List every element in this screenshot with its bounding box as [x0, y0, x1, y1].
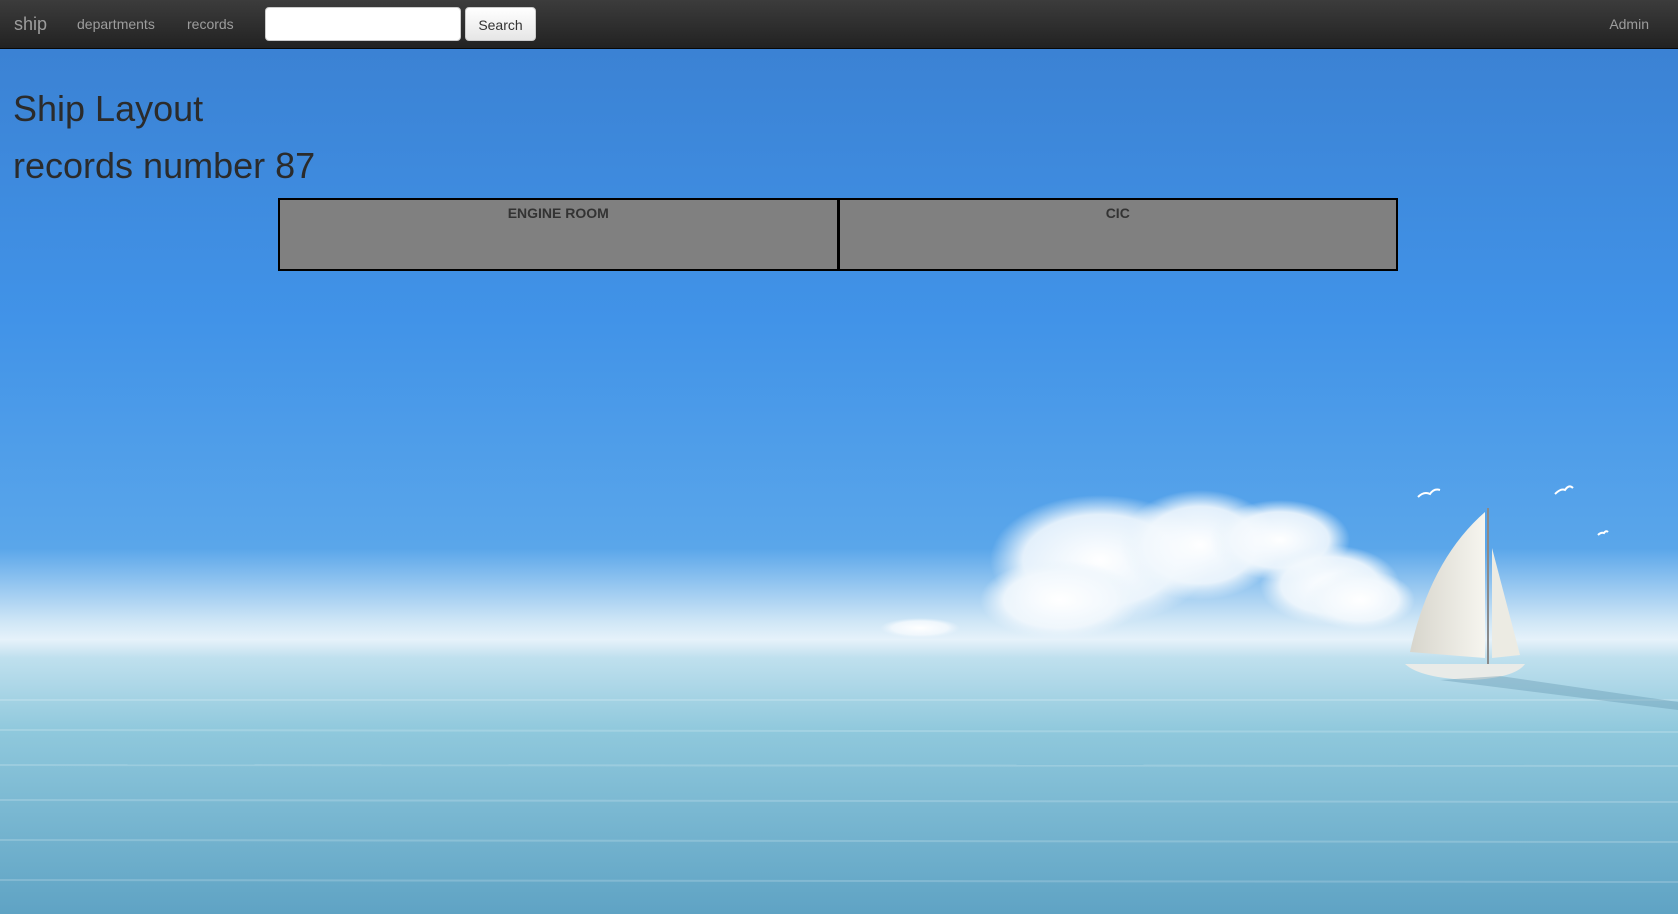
ship-layout-grid: ENGINE ROOM CIC	[278, 198, 1398, 271]
main-content: Ship Layout records number 87	[13, 88, 315, 187]
page-title: Ship Layout	[13, 88, 204, 129]
room-label: CIC	[1105, 205, 1130, 221]
room-engine-room[interactable]: ENGINE ROOM	[278, 198, 839, 271]
nav-records-link[interactable]: records	[187, 15, 234, 33]
nav-departments-link[interactable]: departments	[77, 15, 155, 33]
search-button[interactable]: Search	[465, 7, 536, 41]
top-navbar: ship departments records Search Admin	[0, 0, 1678, 49]
admin-user-link[interactable]: Admin	[1609, 15, 1649, 33]
room-cic[interactable]: CIC	[837, 198, 1398, 271]
records-count: records number 87	[13, 145, 316, 186]
brand-link[interactable]: ship	[14, 13, 47, 35]
search-input[interactable]	[265, 7, 461, 41]
room-label: ENGINE ROOM	[507, 205, 609, 221]
